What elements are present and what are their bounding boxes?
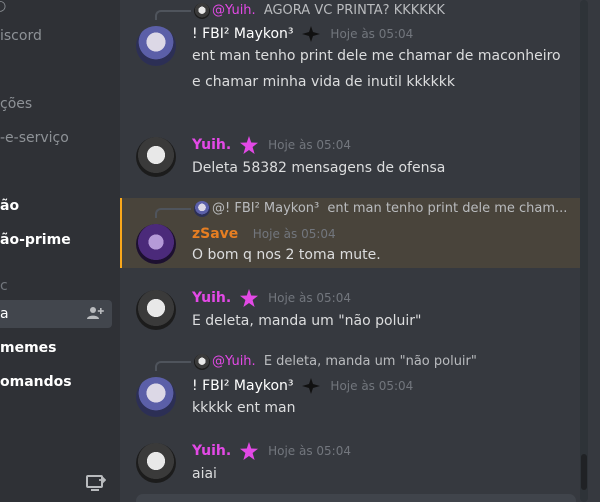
message-line: E deleta, manda um "não poluir" <box>192 313 422 329</box>
scrollbar-track[interactable] <box>580 0 588 502</box>
reply-text: ent man tenho print dele me cham... <box>327 201 568 216</box>
reply-connector <box>155 208 191 218</box>
sidebar-item-label: ão-prime <box>0 232 71 248</box>
message-content: E deleta, manda um "não poluir" <box>192 310 572 332</box>
message-line: Deleta 58382 mensagens de ofensa <box>192 160 446 176</box>
avatar[interactable] <box>136 377 176 417</box>
sidebar-item-label: memes <box>0 340 57 356</box>
message-header: Yuih. Hoje às 05:04 <box>192 440 351 462</box>
message-header: ! FBI² Maykon³ Hoje às 05:04 <box>192 23 413 45</box>
author-name[interactable]: Yuih. <box>192 137 231 153</box>
sidebar-item-divulgacao-prime[interactable]: ão-prime <box>0 228 71 252</box>
reply-author[interactable]: @Yuih. <box>212 3 256 18</box>
reply-connector <box>155 10 191 20</box>
message-header: ! FBI² Maykon³ Hoje às 05:04 <box>192 375 413 397</box>
message-item[interactable]: Yuih. Hoje às 05:04 E deleta, manda um "… <box>120 287 580 337</box>
author-name[interactable]: ! FBI² Maykon³ <box>192 26 294 42</box>
message-content: kkkkk ent man <box>192 397 572 419</box>
message-header: Yuih. Hoje às 05:04 <box>192 134 351 156</box>
sidebar-item-label: ão <box>0 198 20 214</box>
timestamp: Hoje às 05:04 <box>268 444 351 458</box>
star-badge-icon <box>239 289 258 307</box>
message-content: aiai <box>192 463 572 485</box>
ninja-star-icon <box>301 378 320 394</box>
scrollbar-thumb[interactable] <box>581 454 587 490</box>
reply-preview[interactable]: @Yuih. E deleta, manda um "não poluir" <box>212 353 477 371</box>
message-header: Yuih. Hoje às 05:04 <box>192 287 351 309</box>
reply-avatar <box>194 3 210 19</box>
message-item[interactable]: Yuih. Hoje às 05:04 Deleta 58382 mensage… <box>120 134 580 184</box>
screen-share-icon[interactable] <box>86 474 106 492</box>
message-item[interactable]: @Yuih. AGORA VC PRINTA? KKKKKK ! FBI² Ma… <box>120 0 580 120</box>
avatar[interactable] <box>136 443 176 483</box>
sidebar-item-divulgacao[interactable]: ão <box>0 194 19 218</box>
avatar[interactable] <box>136 26 176 66</box>
timestamp: Hoje às 05:04 <box>268 138 351 152</box>
reply-author[interactable]: @! FBI² Maykon³ <box>212 201 319 216</box>
message-item-mention-highlight[interactable]: @! FBI² Maykon³ ent man tenho print dele… <box>120 198 580 268</box>
reply-preview[interactable]: @! FBI² Maykon³ ent man tenho print dele… <box>212 200 567 218</box>
avatar[interactable] <box>136 290 176 330</box>
sidebar-item-memes[interactable]: memes <box>0 336 57 360</box>
sidebar-item-label: ções <box>0 96 33 112</box>
avatar[interactable] <box>136 224 176 264</box>
timestamp: Hoje às 05:04 <box>330 379 414 393</box>
message-item[interactable]: Yuih. Hoje às 05:04 aiai <box>120 440 580 490</box>
ninja-star-icon <box>301 26 320 42</box>
reply-preview[interactable]: @Yuih. AGORA VC PRINTA? KKKKKK <box>212 2 445 20</box>
author-name[interactable]: zSave <box>192 226 238 242</box>
timestamp: Hoje às 05:04 <box>330 27 414 41</box>
reply-text: AGORA VC PRINTA? KKKKKK <box>263 3 445 18</box>
message-item[interactable]: @Yuih. E deleta, manda um "não poluir" !… <box>120 351 580 431</box>
sidebar-item-comandos[interactable]: omandos <box>0 370 72 394</box>
timestamp: Hoje às 05:04 <box>252 227 336 241</box>
message-line: aiai <box>192 466 217 482</box>
message-content: O bom q nos 2 toma mute. <box>192 244 572 266</box>
message-header: zSave Hoje às 05:04 <box>192 223 336 245</box>
message-content: ent man tenho print dele me chamar de ma… <box>192 45 572 93</box>
message-line: ent man tenho print dele me chamar de ma… <box>192 48 561 64</box>
sidebar-item-informacoes[interactable]: ções <box>0 92 32 116</box>
author-name[interactable]: Yuih. <box>192 443 231 459</box>
channel-sidebar: ○ iscord ções -e-serviço ão ão-prime c a… <box>0 0 120 502</box>
reply-avatar <box>194 201 210 217</box>
sidebar-category-stub: c <box>0 278 8 294</box>
sidebar-item-active-label: a <box>0 306 9 322</box>
sidebar-item-discord[interactable]: iscord <box>0 24 42 48</box>
chat-area: @Yuih. AGORA VC PRINTA? KKKKKK ! FBI² Ma… <box>120 0 600 502</box>
message-composer[interactable] <box>136 494 576 502</box>
discord-app: ○ iscord ções -e-serviço ão ão-prime c a… <box>0 0 600 502</box>
star-badge-icon <box>239 136 258 154</box>
avatar[interactable] <box>136 137 176 177</box>
create-invite-icon[interactable] <box>86 305 104 321</box>
reply-avatar <box>194 354 210 370</box>
message-line: e chamar minha vida de inutil kkkkkk <box>192 74 455 90</box>
sidebar-item-label: omandos <box>0 374 72 390</box>
sidebar-item-termos-de-servico[interactable]: -e-serviço <box>0 126 69 150</box>
author-name[interactable]: Yuih. <box>192 290 231 306</box>
reply-text: E deleta, manda um "não poluir" <box>263 354 477 369</box>
sidebar-item-label: iscord <box>0 28 42 44</box>
message-content: Deleta 58382 mensagens de ofensa <box>192 157 572 179</box>
message-line: kkkkk ent man <box>192 400 296 416</box>
sidebar-item-label: -e-serviço <box>0 130 69 146</box>
sidebar-item-icon-stub: ○ <box>0 0 7 14</box>
reply-author[interactable]: @Yuih. <box>212 354 256 369</box>
author-name[interactable]: ! FBI² Maykon³ <box>192 378 294 394</box>
message-line: O bom q nos 2 toma mute. <box>192 247 381 263</box>
reply-connector <box>155 361 191 371</box>
star-badge-icon <box>239 442 258 460</box>
timestamp: Hoje às 05:04 <box>268 291 351 305</box>
